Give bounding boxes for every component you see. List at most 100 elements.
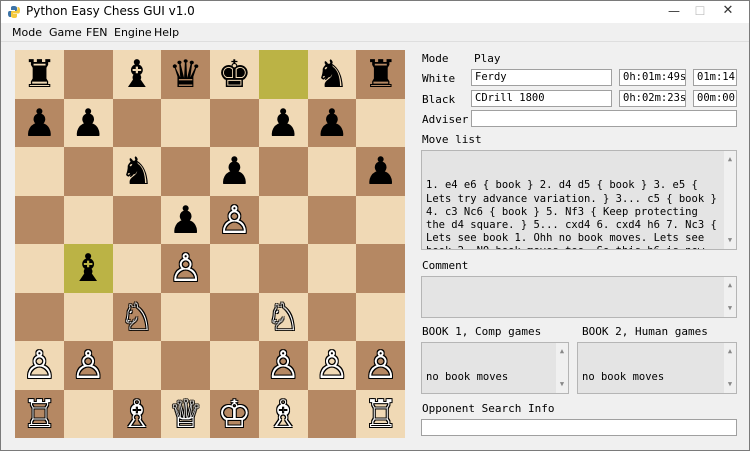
square-f3[interactable]: ♘ bbox=[258, 292, 308, 341]
square-g6[interactable] bbox=[307, 147, 357, 196]
square-d5[interactable]: ♟ bbox=[161, 195, 210, 244]
square-c6[interactable]: ♞ bbox=[112, 147, 162, 196]
black-king-icon[interactable]: ♚ bbox=[217, 55, 251, 93]
square-e4[interactable] bbox=[210, 244, 259, 293]
book1-textarea[interactable]: no book moves ▲ ▼ bbox=[421, 342, 569, 394]
square-c3[interactable]: ♘ bbox=[112, 292, 162, 341]
white-player-field[interactable]: Ferdy bbox=[471, 69, 612, 86]
white-pawn-icon[interactable]: ♙ bbox=[315, 346, 349, 384]
book2-textarea[interactable]: no book moves ▲ ▼ bbox=[577, 342, 737, 394]
square-b2[interactable]: ♙ bbox=[63, 341, 113, 390]
black-pawn-icon[interactable]: ♟ bbox=[22, 104, 56, 142]
scroll-up-icon[interactable]: ▲ bbox=[724, 153, 736, 166]
comment-textarea[interactable]: ▲ ▼ bbox=[421, 276, 737, 318]
close-button[interactable]: ✕ bbox=[709, 1, 747, 21]
move-list-textarea[interactable]: 1. e4 e6 { book } 2. d4 d5 { book } 3. e… bbox=[421, 150, 737, 250]
square-h2[interactable]: ♙ bbox=[356, 341, 405, 390]
comment-scrollbar[interactable]: ▲ ▼ bbox=[724, 277, 736, 317]
scroll-up-icon[interactable]: ▲ bbox=[724, 345, 736, 358]
white-pawn-icon[interactable]: ♙ bbox=[71, 346, 105, 384]
menu-game[interactable]: Game bbox=[49, 26, 82, 39]
menu-mode[interactable]: Mode bbox=[12, 26, 42, 39]
square-e8[interactable]: ♚ bbox=[210, 50, 259, 99]
black-pawn-icon[interactable]: ♟ bbox=[266, 104, 300, 142]
scroll-down-icon[interactable]: ▼ bbox=[724, 302, 736, 315]
square-f6[interactable] bbox=[258, 147, 308, 196]
square-g1[interactable] bbox=[307, 389, 357, 438]
black-pawn-icon[interactable]: ♟ bbox=[169, 201, 203, 239]
square-c2[interactable] bbox=[112, 341, 162, 390]
black-pawn-icon[interactable]: ♟ bbox=[217, 152, 251, 190]
square-b1[interactable] bbox=[63, 389, 113, 438]
square-e7[interactable] bbox=[210, 98, 259, 147]
white-clock-field[interactable]: 0h:01m:49s bbox=[619, 69, 686, 86]
square-h1[interactable]: ♖ bbox=[356, 389, 405, 438]
square-a6[interactable] bbox=[15, 147, 64, 196]
square-f5[interactable] bbox=[258, 195, 308, 244]
square-c5[interactable] bbox=[112, 195, 162, 244]
scroll-up-icon[interactable]: ▲ bbox=[556, 345, 568, 358]
square-b3[interactable] bbox=[63, 292, 113, 341]
scroll-down-icon[interactable]: ▼ bbox=[724, 378, 736, 391]
black-bishop-icon[interactable]: ♝ bbox=[120, 55, 154, 93]
square-g3[interactable] bbox=[307, 292, 357, 341]
black-bishop-icon[interactable]: ♝ bbox=[71, 249, 105, 287]
square-g7[interactable]: ♟ bbox=[307, 98, 357, 147]
white-knight-icon[interactable]: ♘ bbox=[266, 298, 300, 336]
square-d3[interactable] bbox=[161, 292, 210, 341]
square-a7[interactable]: ♟ bbox=[15, 98, 64, 147]
square-d6[interactable] bbox=[161, 147, 210, 196]
white-pawn-icon[interactable]: ♙ bbox=[22, 346, 56, 384]
square-c8[interactable]: ♝ bbox=[112, 50, 162, 99]
white-queen-icon[interactable]: ♕ bbox=[169, 395, 203, 433]
menu-fen[interactable]: FEN bbox=[86, 26, 108, 39]
square-e6[interactable]: ♟ bbox=[210, 147, 259, 196]
white-rook-icon[interactable]: ♖ bbox=[22, 395, 56, 433]
square-a4[interactable] bbox=[15, 244, 64, 293]
opponent-search-field[interactable] bbox=[421, 419, 737, 436]
book1-scrollbar[interactable]: ▲ ▼ bbox=[556, 343, 568, 393]
square-h3[interactable] bbox=[356, 292, 405, 341]
square-c1[interactable]: ♗ bbox=[112, 389, 162, 438]
white-pawn-icon[interactable]: ♙ bbox=[169, 249, 203, 287]
square-a1[interactable]: ♖ bbox=[15, 389, 64, 438]
square-c4[interactable] bbox=[112, 244, 162, 293]
square-e5[interactable]: ♙ bbox=[210, 195, 259, 244]
white-rook-icon[interactable]: ♖ bbox=[364, 395, 398, 433]
black-knight-icon[interactable]: ♞ bbox=[120, 152, 154, 190]
square-b8[interactable] bbox=[63, 50, 113, 99]
black-player-field[interactable]: CDrill 1800 bbox=[471, 90, 612, 107]
white-bishop-icon[interactable]: ♗ bbox=[120, 395, 154, 433]
black-knight-icon[interactable]: ♞ bbox=[315, 55, 349, 93]
move-list-scrollbar[interactable]: ▲ ▼ bbox=[724, 151, 736, 249]
white-knight-icon[interactable]: ♘ bbox=[120, 298, 154, 336]
menu-engine[interactable]: Engine bbox=[114, 26, 152, 39]
square-f7[interactable]: ♟ bbox=[258, 98, 308, 147]
white-pawn-icon[interactable]: ♙ bbox=[217, 201, 251, 239]
square-h7[interactable] bbox=[356, 98, 405, 147]
black-queen-icon[interactable]: ♛ bbox=[169, 55, 203, 93]
square-a8[interactable]: ♜ bbox=[15, 50, 64, 99]
white-king-icon[interactable]: ♔ bbox=[217, 395, 251, 433]
black-rook-icon[interactable]: ♜ bbox=[364, 55, 398, 93]
minimize-button[interactable]: — bbox=[661, 1, 687, 21]
square-c7[interactable] bbox=[112, 98, 162, 147]
square-e1[interactable]: ♔ bbox=[210, 389, 259, 438]
square-d7[interactable] bbox=[161, 98, 210, 147]
square-d4[interactable]: ♙ bbox=[161, 244, 210, 293]
square-e3[interactable] bbox=[210, 292, 259, 341]
square-h8[interactable]: ♜ bbox=[356, 50, 405, 99]
square-d1[interactable]: ♕ bbox=[161, 389, 210, 438]
white-bishop-icon[interactable]: ♗ bbox=[266, 395, 300, 433]
black-increment-field[interactable]: 00m:00s bbox=[693, 90, 737, 107]
square-f4[interactable] bbox=[258, 244, 308, 293]
square-g4[interactable] bbox=[307, 244, 357, 293]
square-g5[interactable] bbox=[307, 195, 357, 244]
square-b4[interactable]: ♝ bbox=[63, 244, 113, 293]
square-g8[interactable]: ♞ bbox=[307, 50, 357, 99]
square-f2[interactable]: ♙ bbox=[258, 341, 308, 390]
square-b5[interactable] bbox=[63, 195, 113, 244]
black-rook-icon[interactable]: ♜ bbox=[22, 55, 56, 93]
menu-help[interactable]: Help bbox=[154, 26, 179, 39]
square-a3[interactable] bbox=[15, 292, 64, 341]
